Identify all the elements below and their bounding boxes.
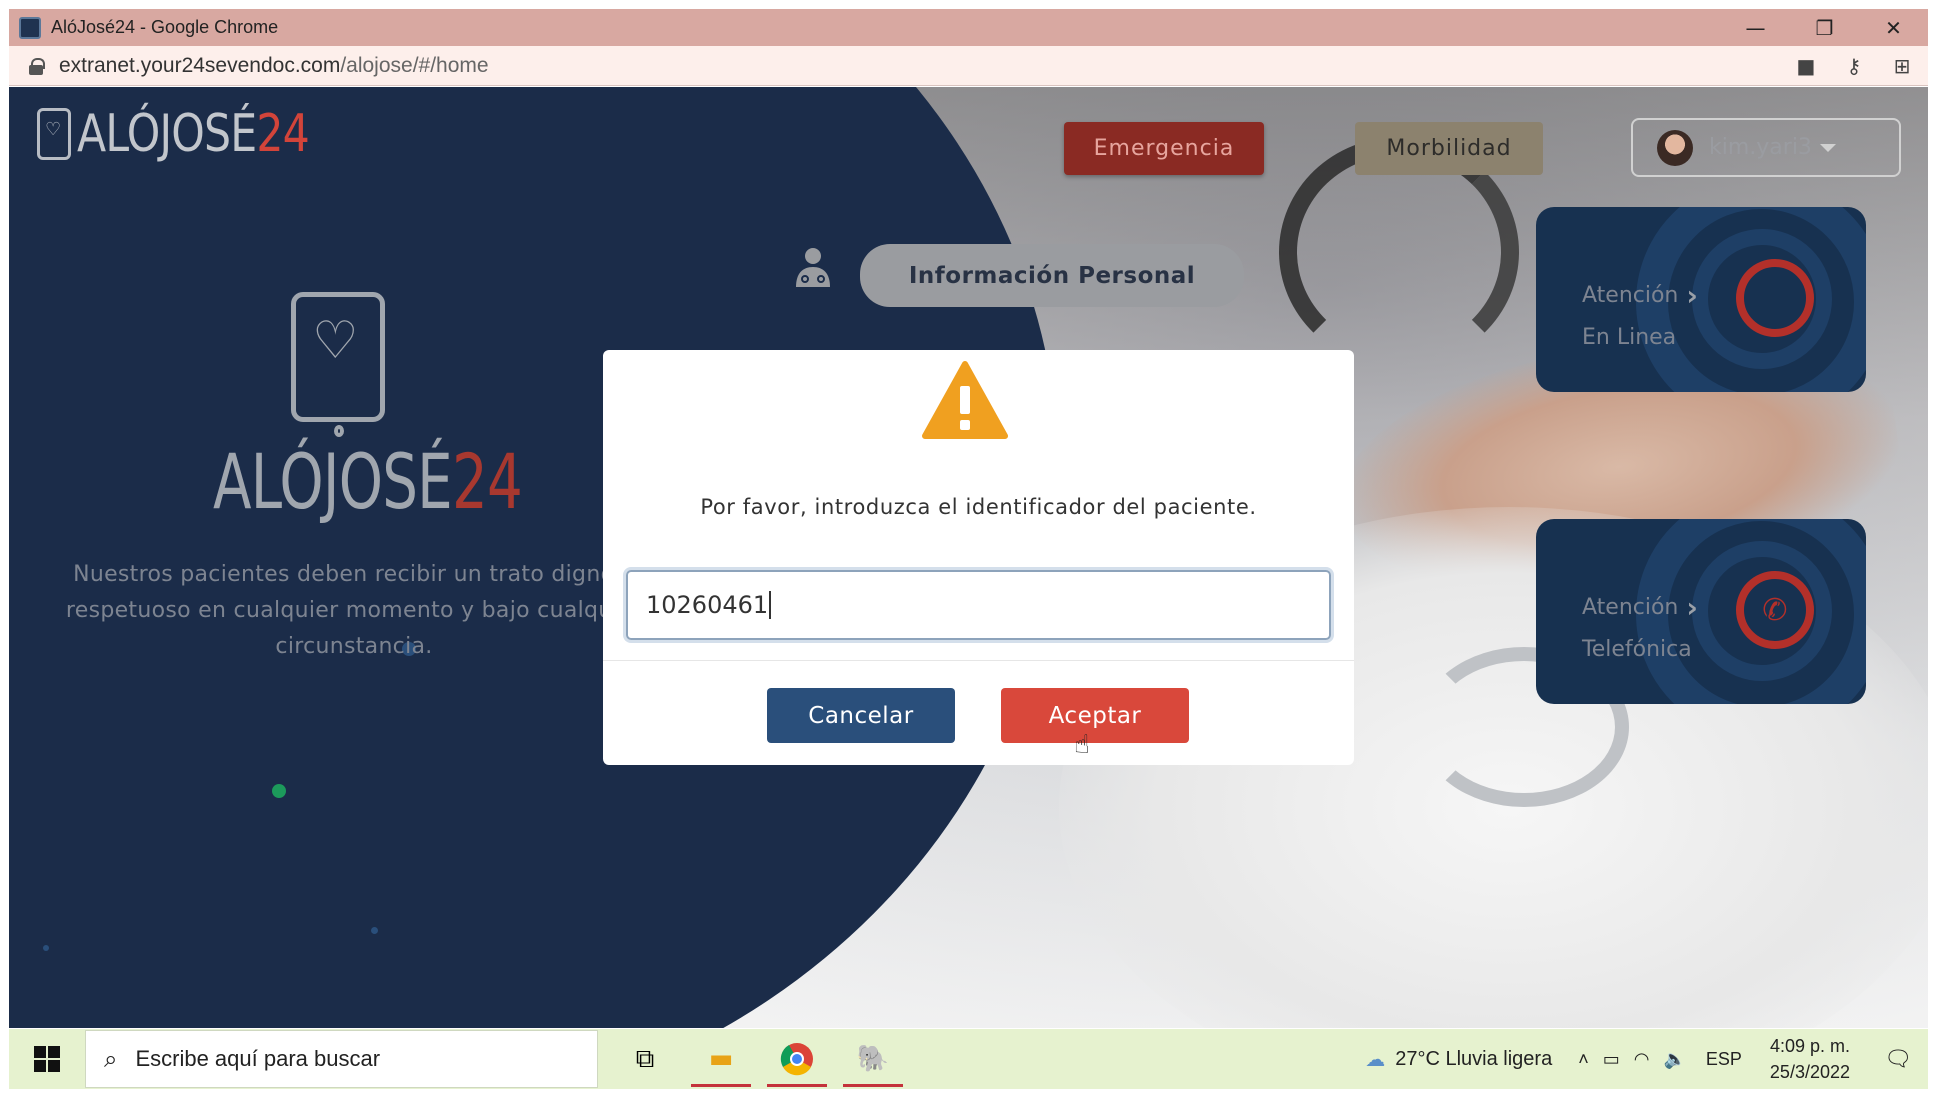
minimize-button[interactable]: — <box>1721 9 1790 46</box>
chevron-up-icon[interactable]: ˄ <box>1578 1049 1589 1070</box>
clock-time: 4:09 p. m. <box>1769 1036 1850 1056</box>
dialog-divider <box>603 660 1354 661</box>
window-title: AlóJosé24 - Google Chrome <box>51 17 279 37</box>
address-bar-icons: ■ ⚷ ⊞ <box>1794 54 1914 78</box>
tray-icons: ˄ ▭ ◠ 🔈 <box>1578 1049 1686 1070</box>
battery-icon[interactable]: ▭ <box>1603 1049 1620 1070</box>
patient-id-dialog: Por favor, introduzca el identificador d… <box>603 350 1354 765</box>
lock-icon[interactable] <box>29 57 45 75</box>
weather-widget[interactable]: ☁ 27°C Lluvia ligera <box>1365 1047 1552 1072</box>
chrome-icon[interactable] <box>759 1029 835 1089</box>
wifi-icon[interactable]: ◠ <box>1634 1049 1650 1070</box>
start-button[interactable] <box>9 1029 85 1089</box>
window-titlebar: AlóJosé24 - Google Chrome — ❐ ✕ <box>9 9 1928 46</box>
rain-cloud-icon: ☁ <box>1365 1048 1386 1071</box>
file-explorer-icon[interactable]: ▬ <box>683 1029 759 1089</box>
patient-id-input[interactable]: 10260461 <box>626 570 1331 640</box>
url-text[interactable]: extranet.your24sevendoc.com/alojose/#/ho… <box>59 54 489 78</box>
volume-icon[interactable]: 🔈 <box>1663 1049 1685 1070</box>
clock-date: 25/3/2022 <box>1769 1062 1850 1082</box>
windows-logo-icon <box>34 1046 60 1072</box>
restore-button[interactable]: ❐ <box>1790 9 1859 46</box>
window-controls: — ❐ ✕ <box>1721 9 1928 46</box>
url-path: /alojose/#/home <box>340 53 489 77</box>
notification-icon[interactable]: 🗨 <box>1878 1046 1918 1072</box>
search-icon: ⌕ <box>104 1045 118 1073</box>
camera-icon[interactable]: ■ <box>1794 54 1818 78</box>
hand-pointer-icon: ☝ <box>1074 730 1090 760</box>
postgresql-icon[interactable]: 🐘 <box>835 1029 911 1089</box>
address-bar[interactable]: extranet.your24sevendoc.com/alojose/#/ho… <box>9 46 1928 86</box>
accept-button[interactable]: Aceptar <box>1001 688 1189 743</box>
warning-icon <box>922 361 1008 439</box>
key-icon[interactable]: ⚷ <box>1842 54 1866 78</box>
url-host: extranet.your24sevendoc.com <box>59 53 341 77</box>
dialog-message: Por favor, introduzca el identificador d… <box>700 495 1257 519</box>
cancel-button[interactable]: Cancelar <box>767 688 955 743</box>
clock[interactable]: 4:09 p. m. 25/3/2022 <box>1770 1033 1850 1085</box>
language-indicator[interactable]: ESP <box>1706 1049 1742 1070</box>
weather-text: 27°C Lluvia ligera <box>1395 1047 1553 1070</box>
close-window-button[interactable]: ✕ <box>1859 9 1928 46</box>
system-tray: ☁ 27°C Lluvia ligera ˄ ▭ ◠ 🔈 ESP 4:09 p.… <box>1365 1029 1928 1089</box>
patient-id-value: 10260461 <box>646 591 769 619</box>
text-caret <box>769 591 772 619</box>
translate-icon[interactable]: ⊞ <box>1890 54 1914 78</box>
task-view-icon[interactable]: ⧉ <box>607 1029 683 1089</box>
taskbar-search[interactable]: ⌕ Escribe aquí para buscar <box>85 1030 598 1088</box>
taskbar: ⌕ Escribe aquí para buscar ⧉ ▬ 🐘 ☁ 27°C … <box>9 1029 1928 1089</box>
web-page: ALÓJOSÉ24 Emergencia Morbilidad kim.yari… <box>9 87 1928 1028</box>
search-placeholder: Escribe aquí para buscar <box>135 1046 381 1071</box>
site-favicon-icon <box>19 16 41 39</box>
